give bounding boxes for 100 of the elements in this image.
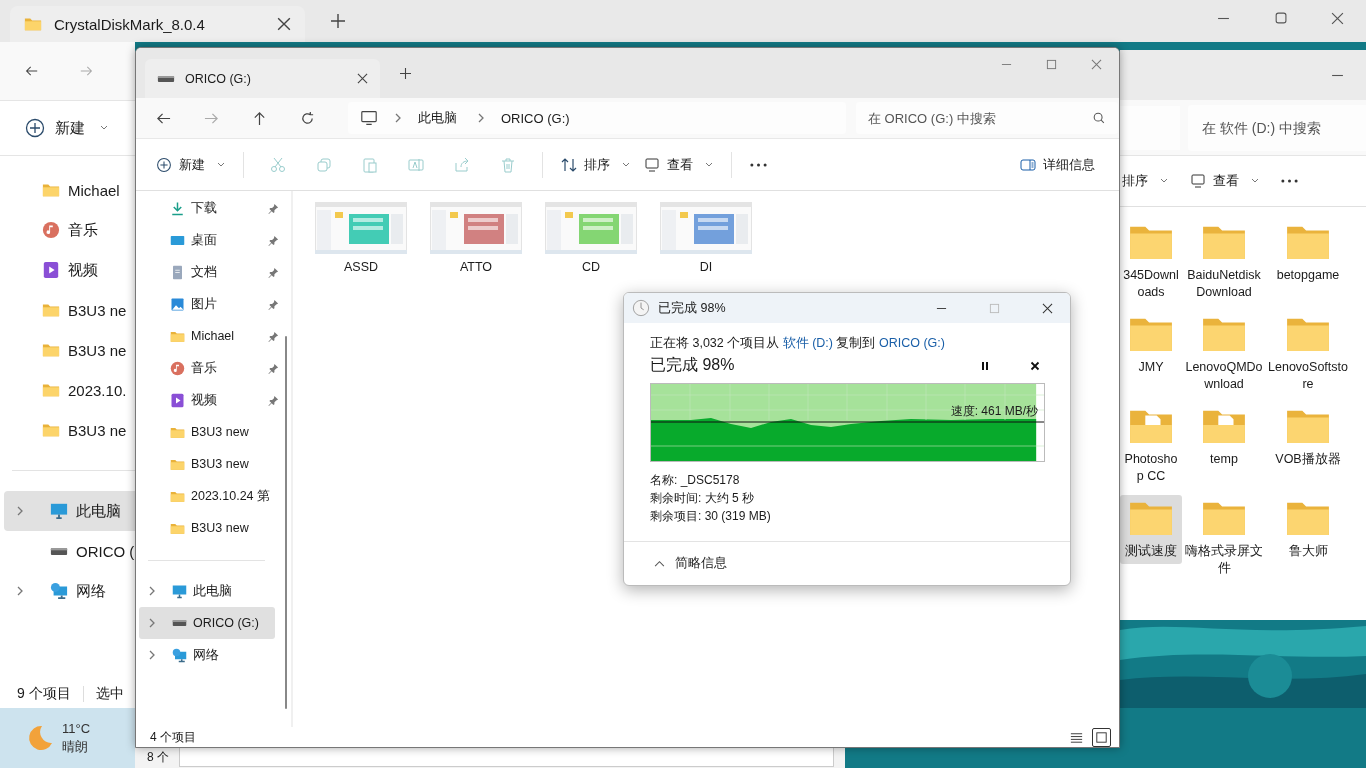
tree-item[interactable]: 网络	[0, 571, 135, 611]
caret-icon	[100, 125, 108, 131]
sort-button[interactable]: 排序	[1122, 172, 1168, 190]
sidebar-item[interactable]: B3U3 new	[136, 512, 285, 544]
breadcrumb-item[interactable]: 此电脑	[418, 109, 457, 127]
computer-icon	[50, 502, 68, 520]
file-item[interactable]: ATTO	[430, 202, 522, 274]
folder-item[interactable]: 测试速度	[1120, 495, 1182, 564]
sidebar-item[interactable]: 文档	[136, 256, 285, 288]
caret-icon	[1160, 178, 1168, 184]
tree-item[interactable]: 此电脑	[4, 491, 135, 531]
folder-item[interactable]: 345Downloads	[1120, 219, 1182, 305]
sidebar-item[interactable]: 桌面	[136, 224, 285, 256]
weather-condition: 晴朗	[62, 738, 89, 756]
input-field[interactable]	[179, 747, 834, 767]
detail-line: 名称: _DSC5178	[650, 472, 741, 489]
dialog-title: 已完成 98%	[658, 299, 726, 317]
search-field[interactable]: 在 ORICO (G:) 中搜索	[856, 102, 1118, 134]
new-tab-icon[interactable]	[331, 14, 345, 28]
folder-item[interactable]: Photoshop CC	[1120, 403, 1182, 489]
chevron-right-icon[interactable]	[148, 649, 156, 661]
close-icon[interactable]	[1042, 302, 1053, 314]
sidebar-item[interactable]: 图片	[136, 288, 285, 320]
new-button[interactable]: 新建	[156, 155, 225, 174]
chevron-right-icon[interactable]	[16, 505, 24, 517]
destination-link[interactable]: ORICO (G:)	[878, 336, 945, 350]
folder-item[interactable]: 嗨格式录屏文件	[1182, 495, 1266, 581]
chevron-right-icon[interactable]	[148, 585, 156, 597]
sort-button[interactable]: 排序	[561, 155, 630, 174]
sidebar-item[interactable]: B3U3 ne	[0, 290, 135, 330]
tab[interactable]: CrystalDiskMark_8.0.4	[10, 6, 305, 42]
folder-item[interactable]: JMY	[1120, 311, 1182, 380]
source-link[interactable]: 软件 (D:)	[782, 336, 833, 350]
tree-item[interactable]: 此电脑	[136, 575, 285, 607]
tree-item[interactable]: 网络	[136, 639, 285, 671]
new-tab-icon[interactable]	[400, 67, 411, 79]
copy-description: 正在将 3,032 个项目从 软件 (D:) 复制到 ORICO (G:)	[650, 335, 946, 352]
up-arrow-icon[interactable]	[252, 110, 267, 126]
maximize-icon[interactable]	[1046, 59, 1057, 70]
more-icon[interactable]	[750, 162, 767, 167]
chevron-right-icon[interactable]	[394, 112, 402, 124]
scrollbar[interactable]	[285, 336, 287, 709]
breadcrumb-item[interactable]: ORICO (G:)	[501, 110, 570, 126]
sidebar-item[interactable]: 视频	[136, 384, 285, 416]
detail-line: 剩余时间: 大约 5 秒	[650, 490, 755, 507]
sidebar-item[interactable]: B3U3 new	[136, 416, 285, 448]
sidebar-item[interactable]: 视频	[0, 250, 135, 290]
computer-icon	[172, 583, 187, 599]
folder-item[interactable]: BaiduNetdiskDownload	[1182, 219, 1266, 305]
view-button[interactable]: 查看	[1190, 172, 1259, 190]
sidebar-item[interactable]: Michael	[0, 170, 135, 210]
close-icon[interactable]	[1030, 360, 1040, 371]
sidebar-item[interactable]: 下载	[136, 192, 285, 224]
new-button[interactable]: 新建	[25, 118, 108, 138]
address-bar[interactable]: 此电脑 ORICO (G:)	[348, 102, 846, 134]
sidebar-item[interactable]: B3U3 ne	[0, 330, 135, 370]
more-icon[interactable]	[1281, 179, 1298, 183]
chevron-right-icon[interactable]	[148, 617, 156, 629]
folder-item[interactable]: VOB播放器	[1266, 403, 1350, 472]
image-icon	[170, 296, 185, 312]
detail-line: 剩余项目: 30 (319 MB)	[650, 508, 772, 525]
computer-icon	[360, 109, 378, 127]
sidebar-item[interactable]: Michael	[136, 320, 285, 352]
weather-widget[interactable]: 11°C 晴朗	[0, 708, 135, 768]
refresh-icon[interactable]	[300, 110, 315, 126]
maximize-icon[interactable]	[1274, 12, 1287, 25]
search-icon[interactable]	[1092, 111, 1106, 125]
file-item[interactable]: ASSD	[315, 202, 407, 274]
tree-item[interactable]: ORICO (	[0, 531, 135, 571]
folder-item[interactable]: betopgame	[1266, 219, 1350, 288]
file-item[interactable]: DI	[660, 202, 752, 274]
large-icons-view-icon[interactable]	[1092, 727, 1111, 747]
chevron-up-icon	[654, 560, 665, 567]
details-pane-button[interactable]: 详细信息	[1020, 155, 1095, 174]
caret-icon	[217, 161, 225, 168]
close-icon[interactable]	[357, 73, 368, 84]
sidebar-item[interactable]: 2023.10.24 第	[136, 480, 285, 512]
search-field[interactable]: 在 软件 (D:) 中搜索	[1188, 104, 1366, 151]
less-details-button[interactable]: 简略信息	[654, 555, 727, 572]
speed-reading: 速度: 461 MB/秒	[950, 403, 1038, 420]
tree-item[interactable]: ORICO (G:)	[139, 607, 275, 639]
caret-icon	[622, 161, 630, 168]
sidebar-item[interactable]: B3U3 new	[136, 448, 285, 480]
pause-icon[interactable]	[980, 360, 990, 371]
clock-icon	[632, 299, 650, 317]
sidebar-item[interactable]: 音乐	[136, 352, 285, 384]
folder-item[interactable]: temp	[1182, 403, 1266, 472]
close-icon[interactable]	[277, 17, 291, 31]
tab[interactable]: ORICO (G:)	[145, 59, 380, 98]
chevron-right-icon[interactable]	[16, 585, 24, 597]
file-item[interactable]: CD	[545, 202, 637, 274]
view-button[interactable]: 查看	[644, 155, 713, 174]
folder-item[interactable]: LenovoQMDownload	[1182, 311, 1266, 397]
chevron-right-icon[interactable]	[477, 112, 485, 124]
sidebar-item[interactable]: 2023.10.	[0, 370, 135, 410]
temperature: 11°C	[62, 720, 91, 738]
folder-item[interactable]: LenovoSoftstore	[1266, 311, 1350, 397]
sidebar-item[interactable]: 音乐	[0, 210, 135, 250]
folder-item[interactable]: 鲁大师	[1266, 495, 1350, 564]
sidebar-item[interactable]: B3U3 ne	[0, 410, 135, 450]
